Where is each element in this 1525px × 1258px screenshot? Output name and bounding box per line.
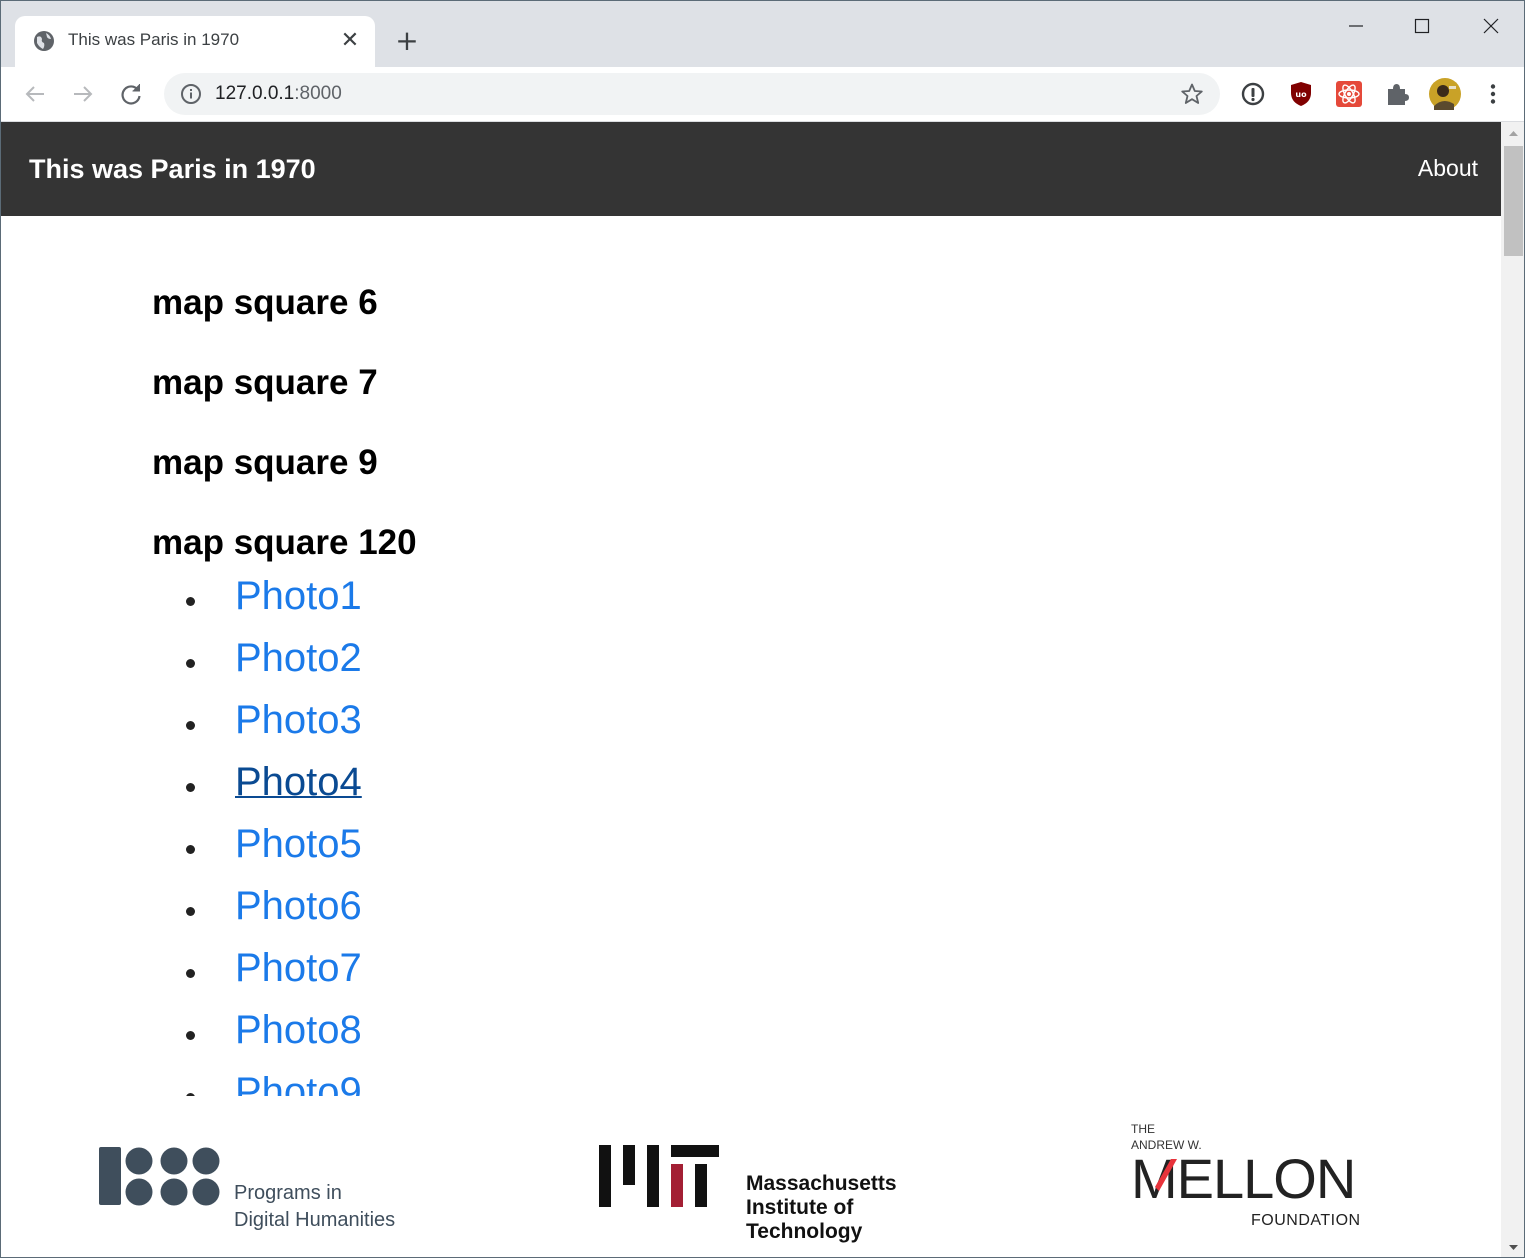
tab-active[interactable]: This was Paris in 1970 ✕ xyxy=(15,16,375,67)
maximize-button[interactable] xyxy=(1399,9,1445,43)
photo-link[interactable]: Photo7 xyxy=(235,946,362,990)
bullet-icon xyxy=(186,597,195,606)
reload-icon[interactable] xyxy=(116,79,146,109)
photo-link[interactable]: Photo2 xyxy=(235,636,362,680)
scroll-down-icon[interactable] xyxy=(1501,1235,1524,1257)
close-icon[interactable]: ✕ xyxy=(337,28,363,54)
photo-link-hovered[interactable]: Photo4 xyxy=(235,760,362,804)
bullet-icon xyxy=(186,907,195,916)
mit-line3: Technology xyxy=(746,1220,863,1243)
bullet-icon xyxy=(186,659,195,668)
puzzle-piece-icon[interactable] xyxy=(1383,80,1411,108)
map-square-heading: map square 120 xyxy=(152,523,417,562)
pdh-logo[interactable]: Programs in Digital Humanities xyxy=(98,1146,418,1231)
mellon-the: THE xyxy=(1131,1122,1155,1136)
bullet-icon xyxy=(186,721,195,730)
pdh-line1: Programs in xyxy=(234,1182,342,1204)
password-manager-icon[interactable] xyxy=(1239,80,1267,108)
arrow-left-icon[interactable] xyxy=(20,79,50,109)
tab-strip: This was Paris in 1970 ✕ + xyxy=(1,1,1524,67)
mit-line2: Institute of xyxy=(746,1196,854,1219)
mit-mark-icon xyxy=(599,1145,719,1207)
browser-toolbar: 127.0.0.1:8000 uo xyxy=(1,67,1524,122)
photo-link[interactable]: Photo9 xyxy=(235,1070,362,1096)
globe-icon xyxy=(33,30,55,52)
mellon-accent-icon xyxy=(1155,1159,1177,1191)
tab-title: This was Paris in 1970 xyxy=(68,30,240,49)
list-item: Photo9 xyxy=(152,1069,1352,1096)
svg-text:uo: uo xyxy=(1295,90,1307,99)
pdh-logo-text: Programs in Digital Humanities xyxy=(234,1180,395,1234)
photo-link[interactable]: Photo6 xyxy=(235,884,362,928)
bullet-icon xyxy=(186,783,195,792)
browser-window: This was Paris in 1970 ✕ + 127.0.0.1:800… xyxy=(0,0,1525,1258)
bullet-icon xyxy=(186,969,195,978)
list-item: Photo8 xyxy=(152,1007,1352,1069)
sponsor-footer: Programs in Digital Humanities Massachus… xyxy=(1,1112,1501,1257)
avatar[interactable] xyxy=(1429,78,1461,110)
photo-link[interactable]: Photo8 xyxy=(235,1008,362,1052)
mit-logo[interactable]: Massachusetts Institute of Technology xyxy=(598,1142,918,1243)
bullet-icon xyxy=(186,1031,195,1040)
address-bar[interactable]: 127.0.0.1:8000 xyxy=(164,73,1220,115)
scroll-up-icon[interactable] xyxy=(1501,122,1524,146)
page-viewport: This was Paris in 1970 About map square … xyxy=(1,122,1501,1257)
star-icon[interactable] xyxy=(1180,82,1204,106)
kebab-menu-icon[interactable] xyxy=(1479,80,1507,108)
photo-link[interactable]: Photo5 xyxy=(235,822,362,866)
photo-list: Photo1 Photo2 Photo3 Photo4 Photo5 Photo… xyxy=(152,573,1352,1096)
arrow-right-icon[interactable] xyxy=(68,79,98,109)
pdh-mark-icon xyxy=(99,1147,220,1206)
list-item: Photo6 xyxy=(152,883,1352,945)
map-square-heading: map square 9 xyxy=(152,443,378,482)
photo-link[interactable]: Photo3 xyxy=(235,698,362,742)
photo-link[interactable]: Photo1 xyxy=(235,574,362,618)
site-brand-link[interactable]: This was Paris in 1970 xyxy=(29,154,316,185)
ublock-icon[interactable]: uo xyxy=(1287,80,1315,108)
vertical-scrollbar[interactable] xyxy=(1501,122,1524,1257)
close-window-button[interactable] xyxy=(1468,9,1514,43)
list-item: Photo5 xyxy=(152,821,1352,883)
mit-logo-text: Massachusetts Institute of Technology xyxy=(746,1172,897,1244)
list-item: Photo2 xyxy=(152,635,1352,697)
url-host: 127.0.0.1 xyxy=(215,83,295,104)
list-item: Photo7 xyxy=(152,945,1352,1007)
mellon-foundation: FOUNDATION xyxy=(1251,1212,1361,1229)
minimize-button[interactable] xyxy=(1333,9,1379,43)
list-item: Photo4 xyxy=(152,759,1352,821)
map-square-heading: map square 7 xyxy=(152,363,378,402)
bullet-icon xyxy=(186,1093,195,1096)
list-item: Photo1 xyxy=(152,573,1352,635)
mellon-logo[interactable]: THE ANDREW W. MELLON FOUNDATION xyxy=(1131,1121,1381,1239)
about-link[interactable]: About xyxy=(1418,155,1478,182)
bullet-icon xyxy=(186,845,195,854)
new-tab-button[interactable]: + xyxy=(393,27,421,55)
site-navbar: This was Paris in 1970 About xyxy=(1,122,1501,216)
url-text[interactable]: 127.0.0.1:8000 xyxy=(215,83,342,105)
mit-line1: Massachusetts xyxy=(746,1172,897,1195)
map-square-heading: map square 6 xyxy=(152,283,378,322)
pdh-line2: Digital Humanities xyxy=(234,1209,396,1231)
info-icon[interactable] xyxy=(180,83,202,105)
list-item: Photo3 xyxy=(152,697,1352,759)
react-devtools-icon[interactable] xyxy=(1335,80,1363,108)
main-content: map square 6 map square 7 map square 9 m… xyxy=(152,280,1352,1096)
scrollbar-thumb[interactable] xyxy=(1504,146,1523,256)
url-port: :8000 xyxy=(294,83,342,104)
